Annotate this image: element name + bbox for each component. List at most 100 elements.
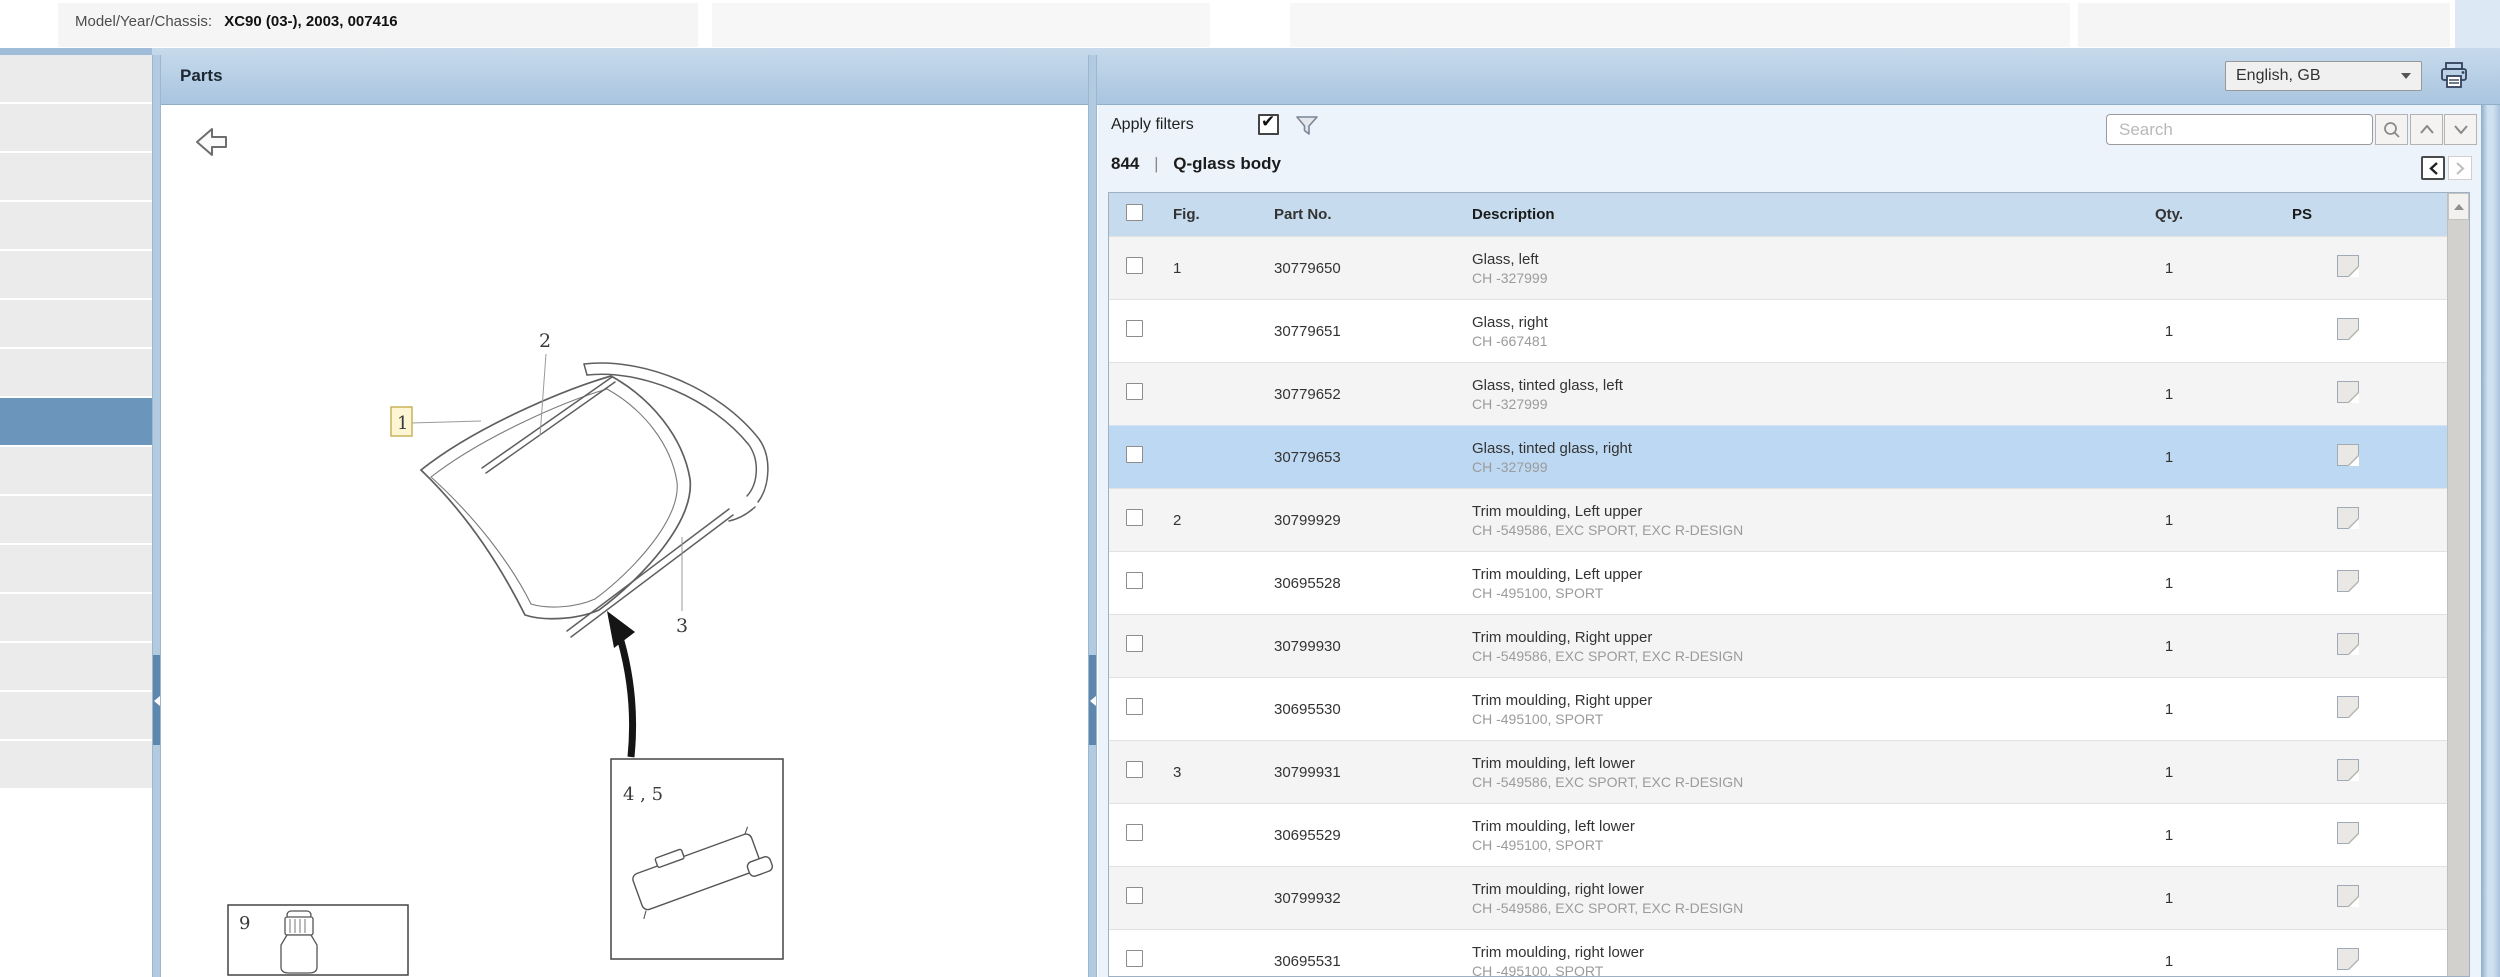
exploded-parts-diagram: 1 2 3 4 , 5 9 [196,128,784,976]
part-no-cell: 30799931 [1274,763,1341,781]
row-checkbox[interactable] [1126,887,1143,904]
panel-splitter[interactable] [1088,55,1097,977]
table-row[interactable]: 30695530 Trim moulding, Right upper CH -… [1109,677,2448,740]
parts-table: Fig. Part No. Description Qty. PS 1 3077… [1108,192,2470,977]
search-input[interactable] [2106,114,2373,145]
note-icon[interactable] [2337,380,2359,403]
note-icon[interactable] [2337,884,2359,907]
table-scrollbar[interactable] [2447,193,2469,976]
printer-icon [2441,62,2467,88]
description-variant: CH -549586, EXC SPORT, EXC R-DESIGN [1472,647,1744,664]
row-checkbox[interactable] [1126,950,1143,967]
collapse-handle-left[interactable] [153,655,160,745]
sidebar-item[interactable] [0,692,152,739]
sidebar-item[interactable] [0,300,152,347]
sidebar-splitter[interactable] [152,55,161,977]
apply-filters-label: Apply filters [1111,116,1194,133]
find-next-button[interactable] [2444,114,2477,145]
description-cell: Glass, tinted glass, right CH -327999 [1453,439,2081,476]
table-row[interactable]: 30779652 Glass, tinted glass, left CH -3… [1109,362,2448,425]
sidebar-item[interactable] [0,447,152,494]
table-row[interactable]: 3 30799931 Trim moulding, left lower CH … [1109,740,2448,803]
table-row[interactable]: 30695528 Trim moulding, Left upper CH -4… [1109,551,2448,614]
filter-funnel-icon[interactable] [1294,113,1320,144]
callout-2-label[interactable]: 2 [539,330,551,352]
row-checkbox[interactable] [1126,698,1143,715]
sidebar-item[interactable] [0,349,152,396]
callout-9-label: 9 [239,913,250,934]
group-code: 844 [1111,154,1140,173]
note-icon[interactable] [2337,632,2359,655]
qty-cell: 1 [2164,385,2174,403]
note-icon[interactable] [2337,758,2359,781]
row-checkbox[interactable] [1126,824,1143,841]
sidebar-item[interactable] [0,741,152,788]
row-checkbox[interactable] [1126,509,1143,526]
note-icon[interactable] [2337,569,2359,592]
parts-panel-title: Parts [180,66,223,85]
part-no-cell: 30695531 [1274,952,1341,970]
scroll-up-button[interactable] [2448,193,2469,220]
row-checkbox[interactable] [1126,383,1143,400]
description-main: Glass, tinted glass, left [1472,376,1623,394]
select-all-checkbox[interactable] [1126,204,1143,221]
note-icon[interactable] [2337,821,2359,844]
note-icon[interactable] [2337,506,2359,529]
row-checkbox[interactable] [1126,320,1143,337]
sidebar-item[interactable] [0,594,152,641]
description-main: Trim moulding, left lower [1472,754,1635,772]
note-icon[interactable] [2337,947,2359,970]
table-row[interactable]: 2 30799929 Trim moulding, Left upper CH … [1109,488,2448,551]
sidebar-item[interactable] [0,104,152,151]
note-icon[interactable] [2337,443,2359,466]
sidebar-item-selected[interactable] [0,398,152,445]
table-row[interactable]: 30779653 Glass, tinted glass, right CH -… [1109,425,2448,488]
description-cell: Trim moulding, Left upper CH -495100, SP… [1453,565,2081,602]
apply-filters-checkbox[interactable] [1258,112,1279,135]
group-name: Q-glass body [1173,154,1281,173]
callout-1-label[interactable]: 1 [397,413,408,434]
sidebar-item[interactable] [0,55,152,102]
table-row[interactable]: 30799930 Trim moulding, Right upper CH -… [1109,614,2448,677]
next-group-button[interactable] [2448,156,2472,180]
collapse-handle-right[interactable] [1089,655,1096,745]
table-row[interactable]: 30695529 Trim moulding, left lower CH -4… [1109,803,2448,866]
description-variant: CH -327999 [1472,458,1548,475]
description-cell: Trim moulding, left lower CH -549586, EX… [1453,754,2081,791]
window-scroll-strip[interactable] [2481,105,2500,977]
table-row[interactable]: 30779651 Glass, right CH -667481 1 [1109,299,2448,362]
table-row[interactable]: 1 30779650 Glass, left CH -327999 1 [1109,236,2448,299]
sidebar-item[interactable] [0,251,152,298]
print-button[interactable] [2438,60,2470,92]
sidebar-item[interactable] [0,643,152,690]
language-dropdown[interactable]: English, GB [2225,61,2422,91]
row-checkbox[interactable] [1126,572,1143,589]
callout-3-label[interactable]: 3 [676,615,688,637]
sidebar-item[interactable] [0,545,152,592]
header-fig: Fig. [1173,206,1200,223]
table-row[interactable]: 30695531 Trim moulding, right lower CH -… [1109,929,2448,976]
sidebar-item[interactable] [0,496,152,543]
previous-group-button[interactable] [2421,156,2445,180]
note-icon[interactable] [2337,317,2359,340]
description-variant: CH -495100, SPORT [1472,836,1604,853]
header-part-no: Part No. [1274,206,1332,223]
row-checkbox[interactable] [1126,635,1143,652]
parts-diagram-panel: 1 2 3 4 , 5 9 [163,105,1083,977]
glass-outline [419,375,692,620]
row-checkbox[interactable] [1126,446,1143,463]
back-arrow-icon[interactable] [196,128,227,156]
sidebar-item[interactable] [0,202,152,249]
description-variant: CH -549586, EXC SPORT, EXC R-DESIGN [1472,899,1744,916]
search-button[interactable] [2375,114,2408,145]
note-icon[interactable] [2337,695,2359,718]
row-checkbox[interactable] [1126,257,1143,274]
chevron-left-icon [2428,161,2438,175]
sidebar-item[interactable] [0,153,152,200]
row-checkbox[interactable] [1126,761,1143,778]
find-previous-button[interactable] [2410,114,2443,145]
description-cell: Trim moulding, Left upper CH -549586, EX… [1453,502,2081,539]
table-row[interactable]: 30799932 Trim moulding, right lower CH -… [1109,866,2448,929]
note-icon[interactable] [2337,254,2359,277]
qty-cell: 1 [2164,889,2174,907]
